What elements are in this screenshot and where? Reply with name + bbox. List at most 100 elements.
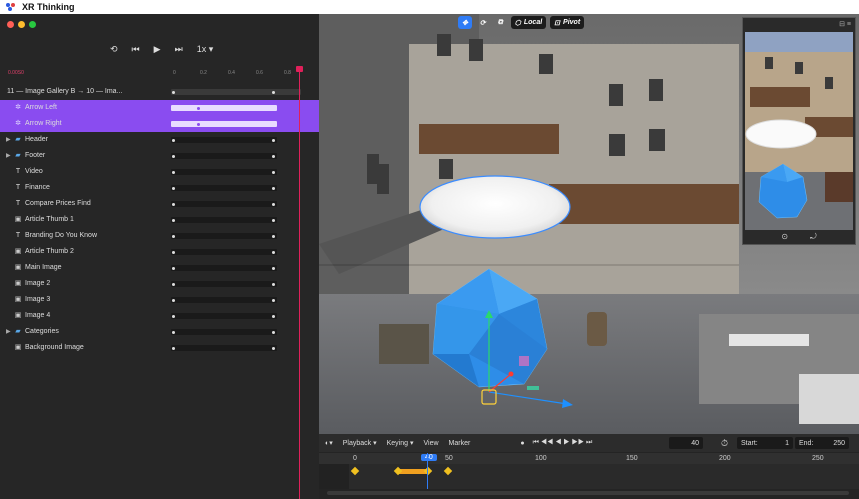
keyframe-dot[interactable] [272,346,275,350]
keyframe-dot[interactable] [272,282,275,286]
layer-track[interactable] [171,137,277,143]
layer-row[interactable]: T Video [0,164,319,180]
layer-track[interactable] [171,281,277,287]
record-button[interactable]: ● [520,440,524,447]
layer-row[interactable]: ✲ Arrow Right [0,116,319,132]
layer-track[interactable] [171,105,303,111]
keyframe-dot[interactable] [300,122,303,126]
keyframe-dot[interactable] [197,106,200,110]
layer-track[interactable] [171,313,277,319]
keyframe-dot[interactable] [197,122,200,126]
start-frame-field[interactable]: Start: 1 [737,437,793,449]
keyframe-dot[interactable] [272,186,275,190]
layer-track[interactable] [171,201,277,207]
keyframe-track[interactable] [319,453,859,489]
expand-caret-icon[interactable]: ▶ [6,136,11,143]
keying-menu[interactable]: Keying ▾ [387,439,414,447]
screenshot-icon[interactable]: ⊙ [781,232,788,241]
scene-viewport[interactable]: ✥ ⟳ ⧉ ⬡ Local ⊡ Pivot ⊟ ≡ ⊙ ⤾ [319,14,859,434]
layer-row[interactable]: ▣ Main Image [0,260,319,276]
keyframe-dot[interactable] [272,298,275,302]
layer-row[interactable]: ▣ Image 2 [0,276,319,292]
timeline-cursor[interactable] [427,453,428,489]
end-frame-field[interactable]: End: 250 [795,437,849,449]
layer-track[interactable] [171,329,277,335]
keyframe-dot[interactable] [172,90,175,94]
speed-dropdown[interactable]: 1x ▾ [197,44,214,55]
keyframe-dot[interactable] [172,234,175,238]
layer-track[interactable] [171,265,277,271]
view-menu[interactable]: View [424,440,439,447]
layer-track[interactable] [171,233,277,239]
layer-track[interactable] [171,185,277,191]
editor-type-icon[interactable]: ◐▾ [325,439,333,447]
layer-row[interactable]: ▣ Article Thumb 2 [0,244,319,260]
playback-controls[interactable]: ⏮ ◀◀ ◀ ▶ ▶▶ ⏭ [533,439,593,447]
keyframe-dot[interactable] [172,202,175,206]
timeline-scrollbar[interactable] [327,491,849,495]
layer-row[interactable]: ✲ Arrow Left [0,100,319,116]
layer-track[interactable] [171,121,303,127]
pivot-button[interactable]: ⊡ Pivot [550,16,585,29]
layer-row[interactable]: ▶ ▰ Categories [0,324,319,340]
local-space-button[interactable]: ⬡ Local [510,16,547,29]
move-tool-button[interactable]: ✥ [458,16,472,29]
layer-row[interactable]: T Finance [0,180,319,196]
keyframe-dot[interactable] [272,218,275,222]
keyframe-dot[interactable] [272,170,275,174]
rotate-tool-button[interactable]: ⟳ [476,16,490,29]
frame-ruler[interactable]: 0 40 50 100 150 200 250 [319,453,859,464]
keyframe-dot[interactable] [172,330,175,334]
keyframe-dot[interactable] [172,266,175,270]
group-header-row[interactable]: 11 — Image Gallery B → 10 — Ima... [0,84,319,100]
layer-track[interactable] [171,89,301,95]
keyframe-dot[interactable] [272,250,275,254]
expand-caret-icon[interactable]: ▶ [6,328,11,335]
skip-back-button[interactable]: ⏮ [132,44,140,55]
layer-row[interactable]: ▶ ▰ Footer [0,148,319,164]
keyframe-dot[interactable] [272,266,275,270]
keyframe-dot[interactable] [272,330,275,334]
keyframe-dot[interactable] [172,218,175,222]
time-ruler[interactable]: 0.00S0 0 0.2 0.4 0.6 0.8 [0,70,319,80]
loop-button[interactable]: ⟲ [110,44,118,55]
keyframe-dot[interactable] [172,346,175,350]
keyframe-marker[interactable] [443,466,453,476]
keyframe-dot[interactable] [172,282,175,286]
maximize-window-button[interactable] [29,21,36,28]
marker-menu[interactable]: Marker [449,440,471,447]
playhead[interactable] [296,66,303,499]
expand-caret-icon[interactable]: ▶ [6,152,11,159]
keyframe-dot[interactable] [172,298,175,302]
keyframe-dot[interactable] [272,234,275,238]
keyframe-dot[interactable] [272,202,275,206]
layer-track[interactable] [171,217,277,223]
layer-track[interactable] [171,345,277,351]
keyframe-dot[interactable] [172,314,175,318]
layer-track[interactable] [171,249,277,255]
layer-row[interactable]: ▣ Image 4 [0,308,319,324]
current-frame-field[interactable]: 40 [669,437,703,449]
layer-track[interactable] [171,297,277,303]
minimize-window-button[interactable] [18,21,25,28]
layer-row[interactable]: T Branding Do You Know [0,228,319,244]
playback-menu[interactable]: Playback ▾ [343,439,377,447]
skip-forward-button[interactable]: ⏭ [175,44,183,55]
layer-row[interactable]: ▣ Article Thumb 1 [0,212,319,228]
keyframe-dot[interactable] [172,250,175,254]
layer-row[interactable]: T Compare Prices Find [0,196,319,212]
keyframe-dot[interactable] [272,314,275,318]
keyframe-dot[interactable] [172,138,175,142]
play-button[interactable]: ▶ [154,44,161,55]
preview-menu-icon[interactable]: ⊟ ≡ [839,20,851,28]
scale-tool-button[interactable]: ⧉ [494,16,507,29]
keyframe-marker[interactable] [350,466,360,476]
keyframe-dot[interactable] [300,106,303,110]
keyframe-dot[interactable] [272,90,275,94]
layer-track[interactable] [171,153,277,159]
layer-track[interactable] [171,169,277,175]
keyframe-dot[interactable] [272,154,275,158]
keyframe-dot[interactable] [272,138,275,142]
keyframe-dot[interactable] [172,154,175,158]
current-frame-marker[interactable]: 40 [421,454,437,461]
